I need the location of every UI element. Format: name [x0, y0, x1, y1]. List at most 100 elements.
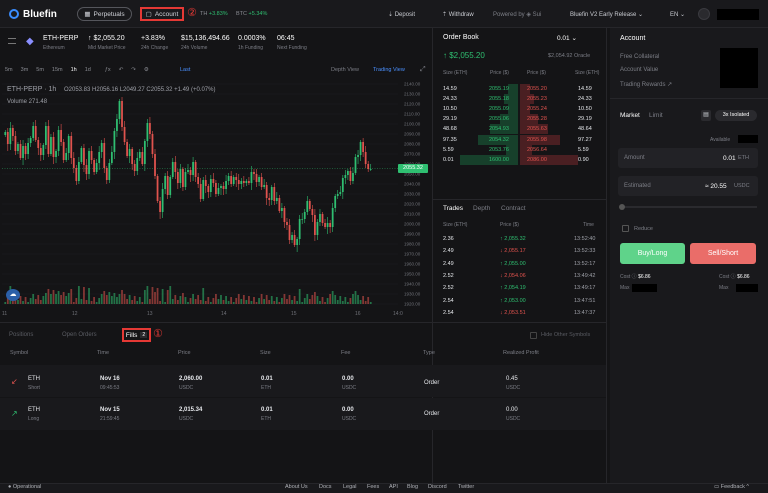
feedback-button[interactable]: ▭ Feedback ^ — [714, 484, 749, 490]
last-price-label: 2055.32 — [398, 164, 428, 173]
volume-bar — [263, 299, 266, 304]
withdraw-button[interactable]: ⇡ Withdraw — [442, 11, 474, 18]
orderbook-row[interactable]: 0.01 1600.00 2086.00 0.90 — [432, 155, 606, 165]
ask-price: 2055.23 — [527, 96, 547, 102]
tab-fills[interactable]: Fills 2 — [122, 328, 151, 342]
footer-link[interactable]: Fees — [367, 484, 379, 490]
orderbook-row[interactable]: 48.68 2054.93 2055.63 48.64 — [432, 124, 606, 134]
col-size[interactable]: Size — [260, 350, 271, 356]
footer-link[interactable]: About Us — [285, 484, 308, 490]
interval-option[interactable]: 5m — [36, 67, 44, 73]
orderbook-row[interactable]: 10.50 2055.09 2055.24 10.50 — [432, 104, 606, 114]
volume-bar — [301, 302, 304, 304]
col-type[interactable]: Type — [423, 350, 435, 356]
candle-body — [207, 186, 210, 192]
footer-link[interactable]: Twitter — [458, 484, 474, 490]
tab-open-orders[interactable]: Open Orders — [62, 332, 97, 338]
orderbook-row[interactable]: 5.59 2053.76 2056.64 5.59 — [432, 145, 606, 155]
undo-icon[interactable]: ↶ — [119, 67, 124, 73]
volume-bar — [42, 296, 45, 304]
release-dropdown[interactable]: Bluefin V2 Early Release ⌄ — [570, 11, 643, 18]
wallet-address-redacted[interactable] — [717, 9, 759, 20]
trade-row: 2.54 ↓ 2,053.51 13:47:37 — [436, 310, 602, 320]
col-fee[interactable]: Fee — [341, 350, 350, 356]
ask-price: 2055.28 — [527, 116, 547, 122]
hide-other-checkbox[interactable] — [530, 332, 537, 339]
funding-rate: 0.0003% — [238, 35, 266, 42]
footer-link[interactable]: API — [389, 484, 398, 490]
ask-price: 2055.24 — [527, 106, 547, 112]
volume-bar — [258, 298, 260, 304]
table-row[interactable] — [0, 398, 606, 430]
orderbook-step[interactable]: 0.01 ⌄ — [557, 34, 577, 42]
interval-option[interactable]: 1d — [85, 67, 91, 73]
candle-body — [52, 137, 55, 157]
calculator-icon[interactable]: ▤ — [701, 110, 711, 121]
language-dropdown[interactable]: EN ⌄ — [670, 11, 685, 18]
leverage-selector[interactable]: 3x Isolated — [715, 110, 757, 121]
reduce-checkbox[interactable] — [622, 225, 629, 232]
volume-bar — [237, 294, 240, 304]
col-price[interactable]: Price — [178, 350, 191, 356]
tab-market[interactable]: Market — [620, 112, 640, 119]
settings-icon[interactable]: ⚙ — [144, 67, 149, 73]
theme-toggle-icon[interactable] — [698, 8, 710, 20]
deposit-button[interactable]: ⇣ Deposit — [388, 11, 415, 18]
footer-link[interactable]: Legal — [343, 484, 356, 490]
x-tick-label: 13 — [147, 311, 153, 317]
hide-other-label: Hide Other Symbols — [541, 332, 591, 338]
account-button[interactable]: ▢ Account — [140, 7, 184, 21]
col-realized-profit[interactable]: Realized Profit — [503, 350, 539, 356]
interval-option[interactable]: 1h — [71, 67, 77, 73]
tab-limit[interactable]: Limit — [649, 112, 663, 119]
tab-trades[interactable]: Trades — [443, 205, 463, 212]
footer-link[interactable]: Docs — [319, 484, 332, 490]
bluefin-logo[interactable]: Bluefin — [9, 9, 57, 20]
volume-bar — [306, 294, 309, 304]
interval-option[interactable]: 3m — [21, 67, 29, 73]
candle-body — [316, 222, 319, 235]
arrow-down-icon: ↙ — [11, 377, 18, 386]
orderbook-row[interactable]: 24.33 2055.18 2055.23 24.33 — [432, 94, 606, 104]
redo-icon[interactable]: ↷ — [131, 67, 136, 73]
cloud-icon[interactable]: ☁ — [6, 289, 20, 301]
orderbook-row[interactable]: 29.19 2055.06 2055.28 29.19 — [432, 114, 606, 124]
candle-body — [24, 146, 27, 154]
interval-option[interactable]: 15m — [52, 67, 63, 73]
tab-contract[interactable]: Contract — [501, 205, 526, 212]
footer-link[interactable]: Blog — [407, 484, 418, 490]
col-time[interactable]: Time — [97, 350, 109, 356]
size-slider[interactable] — [620, 206, 757, 208]
market-symbol[interactable]: ETH-PERP — [43, 35, 78, 42]
sell-short-button[interactable]: Sell/Short — [690, 243, 756, 264]
change-24h: +3.83% — [141, 35, 165, 42]
fullscreen-icon[interactable]: ⤢ — [420, 66, 426, 74]
perpetuals-button[interactable]: ▦ Perpetuals — [77, 7, 132, 21]
buy-long-button[interactable]: Buy/Long — [620, 243, 685, 264]
bid-price: 2054.32 — [489, 137, 509, 143]
orderbook-row[interactable]: 14.59 2055.19 2055.20 14.59 — [432, 84, 606, 94]
candle-body — [215, 183, 217, 194]
last-price-toggle[interactable]: Last — [180, 67, 190, 73]
ticker-btc[interactable]: BTC +5.34% — [236, 11, 267, 17]
trading-view-tab[interactable]: Trading View — [373, 67, 405, 73]
candle-body — [128, 149, 131, 156]
footer-link[interactable]: Discord — [428, 484, 447, 490]
volume-bar — [141, 302, 144, 304]
candle-body — [11, 128, 14, 136]
ticker-eth[interactable]: TH +3.83% — [200, 11, 228, 17]
interval-option[interactable]: 5m — [5, 67, 13, 73]
candle-body — [281, 208, 283, 211]
tab-depth[interactable]: Depth — [473, 205, 490, 212]
depth-view-tab[interactable]: Depth View — [331, 67, 359, 73]
tab-positions[interactable]: Positions — [9, 332, 33, 338]
indicator-icon[interactable]: ƒx — [105, 67, 111, 73]
price-chart[interactable]: 2140.00 2130.00 2120.00 2110.00 2100.00 2090.… — [0, 78, 432, 318]
y-tick-label: 2100.00 — [404, 122, 421, 127]
candle-body — [319, 214, 321, 222]
col-symbol[interactable]: Symbol — [10, 350, 28, 356]
menu-icon[interactable] — [8, 38, 16, 44]
slider-handle[interactable] — [619, 204, 625, 210]
trading-rewards-link[interactable]: Trading Rewards ↗ — [620, 81, 672, 88]
orderbook-row[interactable]: 97.35 2054.32 2055.98 97.27 — [432, 135, 606, 145]
